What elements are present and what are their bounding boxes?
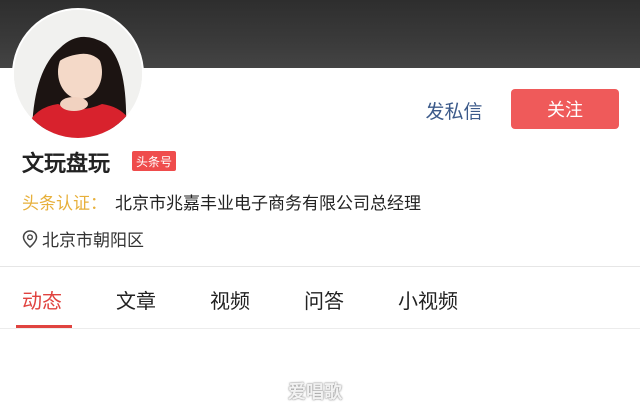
avatar[interactable] bbox=[12, 8, 144, 140]
certification-row: 头条认证： 北京市兆嘉丰业电子商务有限公司总经理 bbox=[22, 189, 421, 214]
tab-videos[interactable]: 视频 bbox=[210, 285, 250, 314]
tabs-divider bbox=[0, 328, 640, 329]
certification-text: 北京市兆嘉丰业电子商务有限公司总经理 bbox=[115, 194, 421, 214]
tab-short-videos[interactable]: 小视频 bbox=[398, 285, 458, 314]
location-text: 北京市朝阳区 bbox=[42, 231, 144, 251]
account-type-badge: 头条号 bbox=[132, 151, 177, 171]
certification-label: 头条认证： bbox=[22, 194, 107, 214]
send-message-button[interactable]: 发私信 bbox=[406, 92, 502, 128]
profile-tabs: 动态 文章 视频 问答 小视频 bbox=[0, 267, 640, 329]
tab-dynamics[interactable]: 动态 bbox=[22, 285, 62, 314]
watermark: 爱唱歌 bbox=[288, 382, 342, 403]
follow-button[interactable]: 关注 bbox=[511, 89, 619, 129]
location-pin-icon bbox=[22, 229, 38, 248]
avatar-photo bbox=[14, 10, 142, 138]
tab-qa[interactable]: 问答 bbox=[304, 285, 344, 314]
tab-articles[interactable]: 文章 bbox=[116, 285, 156, 314]
profile-name: 文玩盘玩 bbox=[22, 152, 111, 177]
location-row: 北京市朝阳区 bbox=[22, 226, 144, 251]
